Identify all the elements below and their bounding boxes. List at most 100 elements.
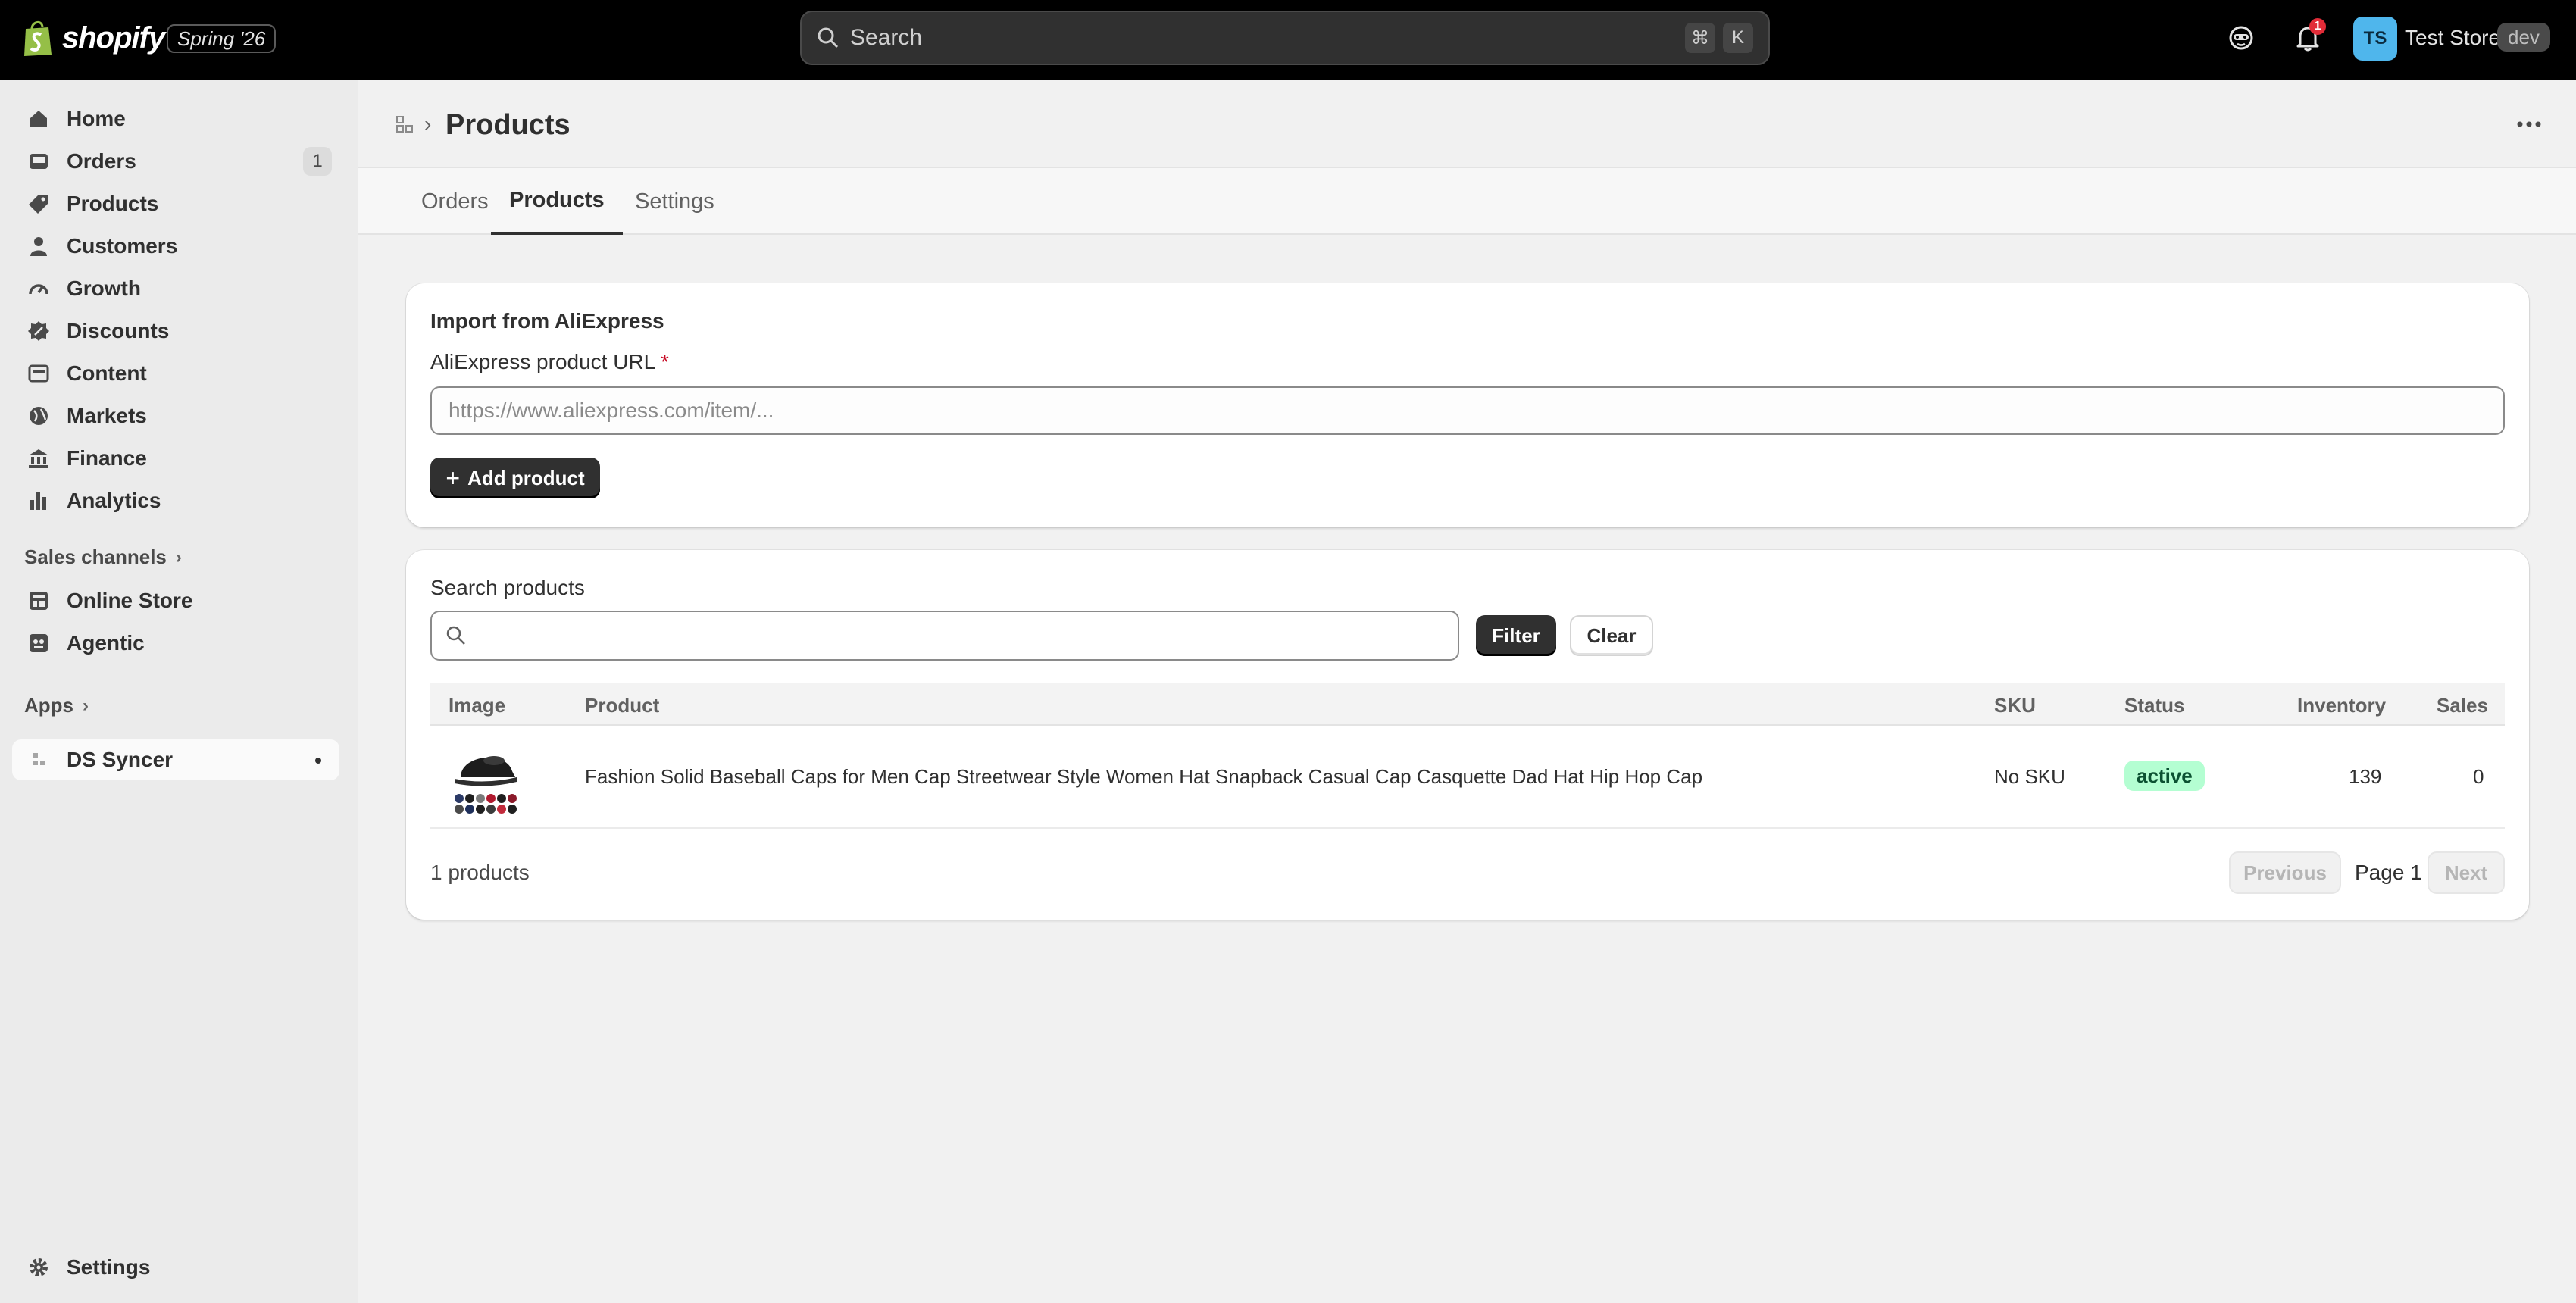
sidebar-item-growth[interactable]: Growth [12, 268, 339, 309]
store-avatar[interactable]: TS [2353, 17, 2397, 61]
logo-text: shopify [62, 20, 165, 55]
sidebar-item-agentic[interactable]: Agentic [12, 623, 339, 664]
gauge-icon [29, 284, 48, 295]
url-field-label: AliExpress product URL * [430, 350, 669, 374]
tab-bar: Orders Products Settings [358, 167, 2576, 235]
status-badge: active [2124, 761, 2205, 791]
sales-channels-heading[interactable]: Sales channels › [24, 545, 182, 569]
column-header-inventory: Inventory [2297, 694, 2387, 717]
sidebar-item-products[interactable]: Products [12, 183, 339, 224]
sidebar-item-settings[interactable]: Settings [12, 1247, 339, 1288]
next-page-button[interactable]: Next [2428, 851, 2505, 894]
person-icon [30, 237, 47, 256]
table-header: Image Product SKU Status Inventory Sales [430, 683, 2505, 726]
tab-products[interactable]: Products [491, 168, 623, 235]
column-header-sku: SKU [1994, 694, 2036, 717]
product-sales: 0 [2473, 765, 2484, 788]
sidebar-item-label: Markets [67, 404, 147, 427]
sidebar-item-online-store[interactable]: Online Store [12, 580, 339, 621]
sidebar-item-label: Content [67, 361, 147, 385]
shortcut-key-k: K [1723, 23, 1753, 53]
product-search-input[interactable] [430, 611, 1459, 661]
robot-icon [30, 634, 48, 652]
page-indicator: Page 1 [2355, 861, 2422, 884]
pin-dot-icon [315, 758, 321, 764]
clear-button[interactable]: Clear [1570, 615, 1653, 656]
sidebar: Home Orders 1 Products Customers Growth … [0, 80, 358, 1303]
sidebar-item-orders[interactable]: Orders 1 [12, 141, 339, 182]
sidebar-item-label: Analytics [67, 489, 161, 512]
store-name[interactable]: Test Store [2405, 26, 2500, 50]
apps-label: Apps [24, 694, 73, 717]
sidebar-item-label: Finance [67, 446, 147, 470]
inbox-icon [30, 154, 48, 169]
sidekick-icon[interactable] [2224, 21, 2258, 55]
sidebar-item-discounts[interactable]: Discounts [12, 311, 339, 352]
search-placeholder: Search [850, 25, 923, 50]
sidebar-item-label: DS Syncer [67, 748, 174, 771]
bank-icon [29, 449, 48, 468]
column-header-status: Status [2124, 694, 2185, 717]
column-header-product: Product [585, 694, 660, 717]
sidebar-item-label: Settings [67, 1255, 151, 1279]
sidebar-item-label: Agentic [67, 631, 145, 655]
plus-icon: + [445, 464, 461, 492]
previous-page-button[interactable]: Previous [2229, 851, 2341, 894]
home-icon [30, 111, 47, 127]
chevron-right-icon: › [83, 695, 89, 716]
products-card: Search products Filter Clear Image Produ… [406, 550, 2529, 920]
product-count: 1 products [430, 861, 530, 884]
globe-icon [30, 407, 48, 425]
env-badge: dev [2497, 23, 2550, 52]
page-header: › Products [358, 80, 2576, 167]
sales-channels-label: Sales channels [24, 545, 167, 568]
sidebar-item-home[interactable]: Home [12, 98, 339, 139]
add-product-label: Add product [467, 466, 585, 489]
product-title-link[interactable]: Fashion Solid Baseball Caps for Men Cap … [585, 765, 1702, 789]
sidebar-item-label: Customers [67, 234, 178, 258]
aliexpress-url-input[interactable] [430, 386, 2505, 435]
url-field-label-text: AliExpress product URL [430, 350, 655, 373]
product-inventory: 139 [2349, 765, 2382, 788]
search-products-label: Search products [430, 576, 585, 599]
global-search[interactable]: Search ⌘ K [800, 11, 1770, 65]
sidebar-item-analytics[interactable]: Analytics [12, 480, 339, 521]
app-breadcrumb-icon[interactable] [394, 114, 415, 135]
page-title: Products [445, 109, 571, 141]
sidebar-item-content[interactable]: Content [12, 353, 339, 394]
tag-icon [29, 195, 48, 214]
sidebar-item-markets[interactable]: Markets [12, 395, 339, 436]
gear-icon [30, 1258, 48, 1276]
product-thumbnail[interactable] [447, 738, 523, 817]
sidebar-item-ds-syncer[interactable]: DS Syncer [12, 739, 339, 780]
sidebar-item-label: Growth [67, 277, 141, 300]
add-product-button[interactable]: + Add product [430, 458, 600, 498]
sidebar-item-customers[interactable]: Customers [12, 226, 339, 267]
shortcut-key-cmd: ⌘ [1685, 23, 1715, 53]
chevron-right-icon: › [175, 546, 182, 567]
column-header-image: Image [449, 694, 506, 717]
filter-button[interactable]: Filter [1476, 615, 1556, 656]
required-mark: * [660, 350, 669, 373]
discount-icon [28, 321, 49, 341]
table-row[interactable]: Fashion Solid Baseball Caps for Men Cap … [430, 726, 2505, 829]
release-badge[interactable]: Spring '26 [167, 24, 277, 53]
apps-heading[interactable]: Apps › [24, 694, 89, 717]
more-actions-icon[interactable] [2514, 117, 2544, 132]
tab-settings[interactable]: Settings [617, 168, 733, 235]
shopify-logo[interactable]: shopify [21, 18, 165, 58]
orders-count-badge: 1 [303, 147, 332, 176]
sidebar-item-finance[interactable]: Finance [12, 438, 339, 479]
sidebar-item-label: Products [67, 192, 159, 215]
sidebar-item-label: Discounts [67, 319, 170, 342]
top-bar: shopify Spring '26 Search ⌘ K 1 TS Test … [0, 0, 2576, 80]
sidebar-item-label: Online Store [67, 589, 193, 612]
breadcrumb-chevron-icon: › [424, 112, 432, 136]
sidebar-item-label: Orders [67, 149, 136, 173]
product-sku: No SKU [1994, 765, 2065, 788]
column-header-sales: Sales [2437, 694, 2488, 717]
image-icon [28, 364, 49, 383]
notification-badge: 1 [2309, 18, 2326, 35]
import-card: Import from AliExpress AliExpress produc… [406, 283, 2529, 527]
import-card-title: Import from AliExpress [430, 309, 664, 333]
